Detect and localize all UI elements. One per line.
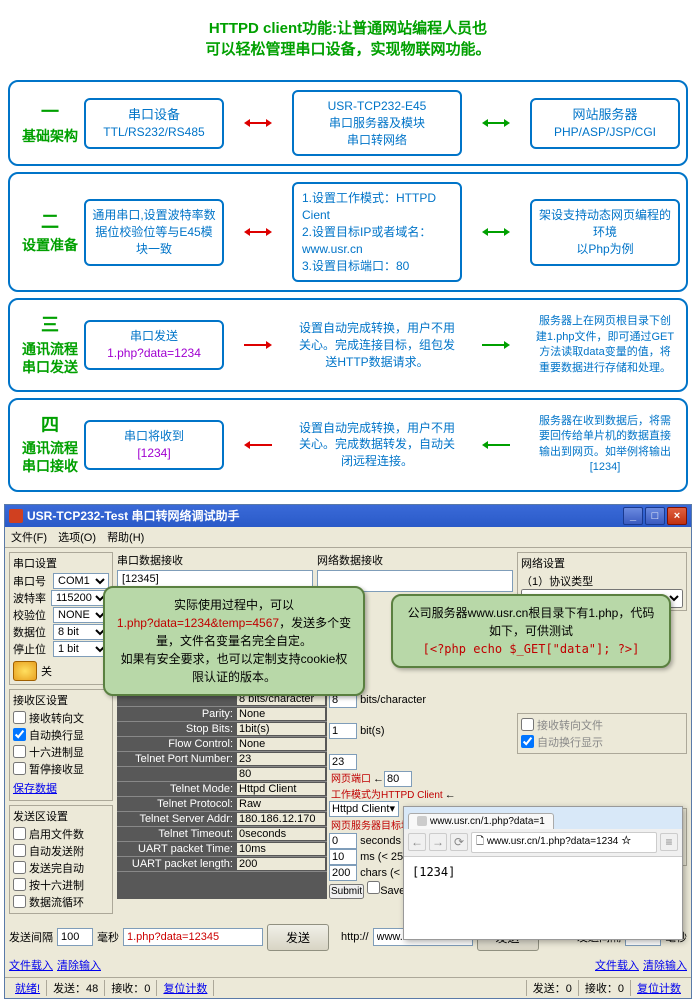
window-title: USR-TCP232-Test 串口转网络调试助手 xyxy=(27,507,621,524)
section-2: 二设置准备 通用串口,设置波特率数据位校验位等与E45模块一致 1.设置工作模式… xyxy=(8,172,688,292)
url-bar[interactable]: 🗋 www.usr.cn/1.php?data=1234 ☆ xyxy=(471,832,657,853)
box-serial-config: 通用串口,设置波特率数据位校验位等与E45模块一致 xyxy=(84,199,224,265)
arrow-green-right xyxy=(482,338,510,352)
minimize-button[interactable]: _ xyxy=(623,507,643,525)
browser-tab[interactable]: www.usr.cn/1.php?data=1 xyxy=(408,813,554,829)
auto-append-check[interactable] xyxy=(13,844,26,857)
net-recv-settings-group: 接收转向文件 自动换行显示 xyxy=(517,713,687,754)
arrow-green-bidir xyxy=(482,116,510,130)
submit-button[interactable]: Submit xyxy=(329,884,364,899)
box-php-env: 架设支持动态网页编程的环境以Php为例 xyxy=(530,199,680,265)
box-web-server: 网站服务器PHP/ASP/JSP/CGI xyxy=(530,98,680,149)
box-serial-recv: 串口将收到[1234] xyxy=(84,420,224,470)
menu-options[interactable]: 选项(O) xyxy=(58,532,96,544)
close-button[interactable]: × xyxy=(667,507,687,525)
pause-recv-check[interactable] xyxy=(13,762,26,775)
file-data-check[interactable] xyxy=(13,827,26,840)
data-select[interactable]: 8 bit xyxy=(53,624,109,640)
main-title: HTTPD client功能:让普通网站编程人员也 可以轻松管理串口设备，实现物… xyxy=(0,0,696,74)
serial-settings-group: 串口设置 串口号COM1 波特率115200 校验位NONE 数据位8 bit … xyxy=(9,552,113,685)
browser-window: www.usr.cn/1.php?data=1 ← → ⟳ 🗋 www.usr.… xyxy=(403,806,683,940)
callout-multivar: 实际使用过程中，可以 1.php?data=1234&temp=4567，发送多… xyxy=(103,586,365,696)
reset-count-link-r[interactable]: 复位计数 xyxy=(637,983,681,995)
loop-send-check[interactable] xyxy=(13,895,26,908)
arrow-red-bidir xyxy=(244,116,272,130)
browser-content: [1234] xyxy=(404,857,682,887)
callout-php-code: 公司服务器www.usr.cn根目录下有1.php，代码如下，可供测试 [<?p… xyxy=(391,594,671,668)
send-data-input[interactable] xyxy=(123,928,263,946)
app-window: USR-TCP232-Test 串口转网络调试助手 _ □ × 文件(F) 选项… xyxy=(4,504,692,999)
arrow-red-bidir xyxy=(244,225,272,239)
titlebar: USR-TCP232-Test 串口转网络调试助手 _ □ × xyxy=(5,505,691,527)
ready-status[interactable]: 就绪! xyxy=(15,983,40,995)
arrow-green-bidir xyxy=(482,225,510,239)
back-button[interactable]: ← xyxy=(408,833,426,851)
box-auto-convert-recv: 设置自动完成转换，用户不用关心。完成数据转发，自动关闭远程连接。 xyxy=(292,414,462,476)
box-auto-convert-send: 设置自动完成转换，用户不用关心。完成连接目标，组包发送HTTP数据请求。 xyxy=(292,314,462,376)
box-e45-module: USR-TCP232-E45串口服务器及模块串口转网络 xyxy=(292,90,462,156)
forward-button[interactable]: → xyxy=(429,833,447,851)
check-select[interactable]: NONE xyxy=(53,607,109,623)
clear-input-link[interactable]: 清除输入 xyxy=(57,957,101,973)
arrow-red-left xyxy=(244,438,272,452)
favicon-icon xyxy=(417,816,427,826)
telnet-mode-select[interactable]: Httpd Client ▾ xyxy=(329,801,399,817)
menu-icon[interactable]: ≡ xyxy=(660,833,678,851)
auto-clear-check[interactable] xyxy=(13,861,26,874)
auto-wrap-check[interactable] xyxy=(13,728,26,741)
menubar: 文件(F) 选项(O) 帮助(H) xyxy=(5,527,691,548)
box-serial-send: 串口发送1.php?data=1234 xyxy=(84,320,224,370)
connect-icon[interactable] xyxy=(13,661,37,681)
stop-select[interactable]: 1 bit xyxy=(53,641,109,657)
arrow-green-left xyxy=(482,438,510,452)
send-button-left[interactable]: 发送 xyxy=(267,924,329,951)
baud-select[interactable]: 115200 xyxy=(51,590,109,606)
save-next-check[interactable] xyxy=(367,881,380,894)
port-select[interactable]: COM1 xyxy=(53,573,109,589)
hex-display-check[interactable] xyxy=(13,745,26,758)
recv-settings-group: 接收区设置 接收转向文 自动换行显 十六进制显 暂停接收显 保存数据 xyxy=(9,689,113,801)
send-settings-group: 发送区设置 启用文件数 自动发送附 发送完自动 按十六进制 数据流循环 xyxy=(9,805,113,914)
maximize-button[interactable]: □ xyxy=(645,507,665,525)
hex-send-check[interactable] xyxy=(13,878,26,891)
box-server-output: 服务器在收到数据后，将需要回传给单片机的数据直接输出到网页。如举例将输出[123… xyxy=(530,408,680,482)
file-load-link[interactable]: 文件载入 xyxy=(9,957,53,973)
save-data-link[interactable]: 保存数据 xyxy=(13,780,57,796)
section-3: 三通讯流程串口发送 串口发送1.php?data=1234 设置自动完成转换，用… xyxy=(8,298,688,392)
section-4: 四通讯流程串口接收 串口将收到[1234] 设置自动完成转换，用户不用关心。完成… xyxy=(8,398,688,492)
box-server-process: 服务器上在网页根目录下创建1.php文件，即可通过GET方法读取data变量的值… xyxy=(530,308,680,382)
menu-file[interactable]: 文件(F) xyxy=(11,532,47,544)
recv-to-file-check[interactable] xyxy=(13,711,26,724)
arrow-red-right xyxy=(244,338,272,352)
statusbar: 就绪! 发送：48 接收：0 复位计数 发送：0 接收：0 复位计数 xyxy=(5,977,691,998)
app-icon xyxy=(9,509,23,523)
interval-input[interactable] xyxy=(57,928,93,946)
reload-button[interactable]: ⟳ xyxy=(450,833,468,851)
menu-help[interactable]: 帮助(H) xyxy=(107,532,144,544)
file-load-link-r[interactable]: 文件载入 xyxy=(595,957,639,973)
clear-input-link-r[interactable]: 清除输入 xyxy=(643,957,687,973)
box-serial-device: 串口设备TTL/RS232/RS485 xyxy=(84,98,224,149)
section-1: 一基础架构 串口设备TTL/RS232/RS485 USR-TCP232-E45… xyxy=(8,80,688,166)
box-mode-config: 1.设置工作模式：HTTPD Cient2.设置目标IP或者域名：www.usr… xyxy=(292,182,462,282)
reset-count-link[interactable]: 复位计数 xyxy=(163,983,207,995)
